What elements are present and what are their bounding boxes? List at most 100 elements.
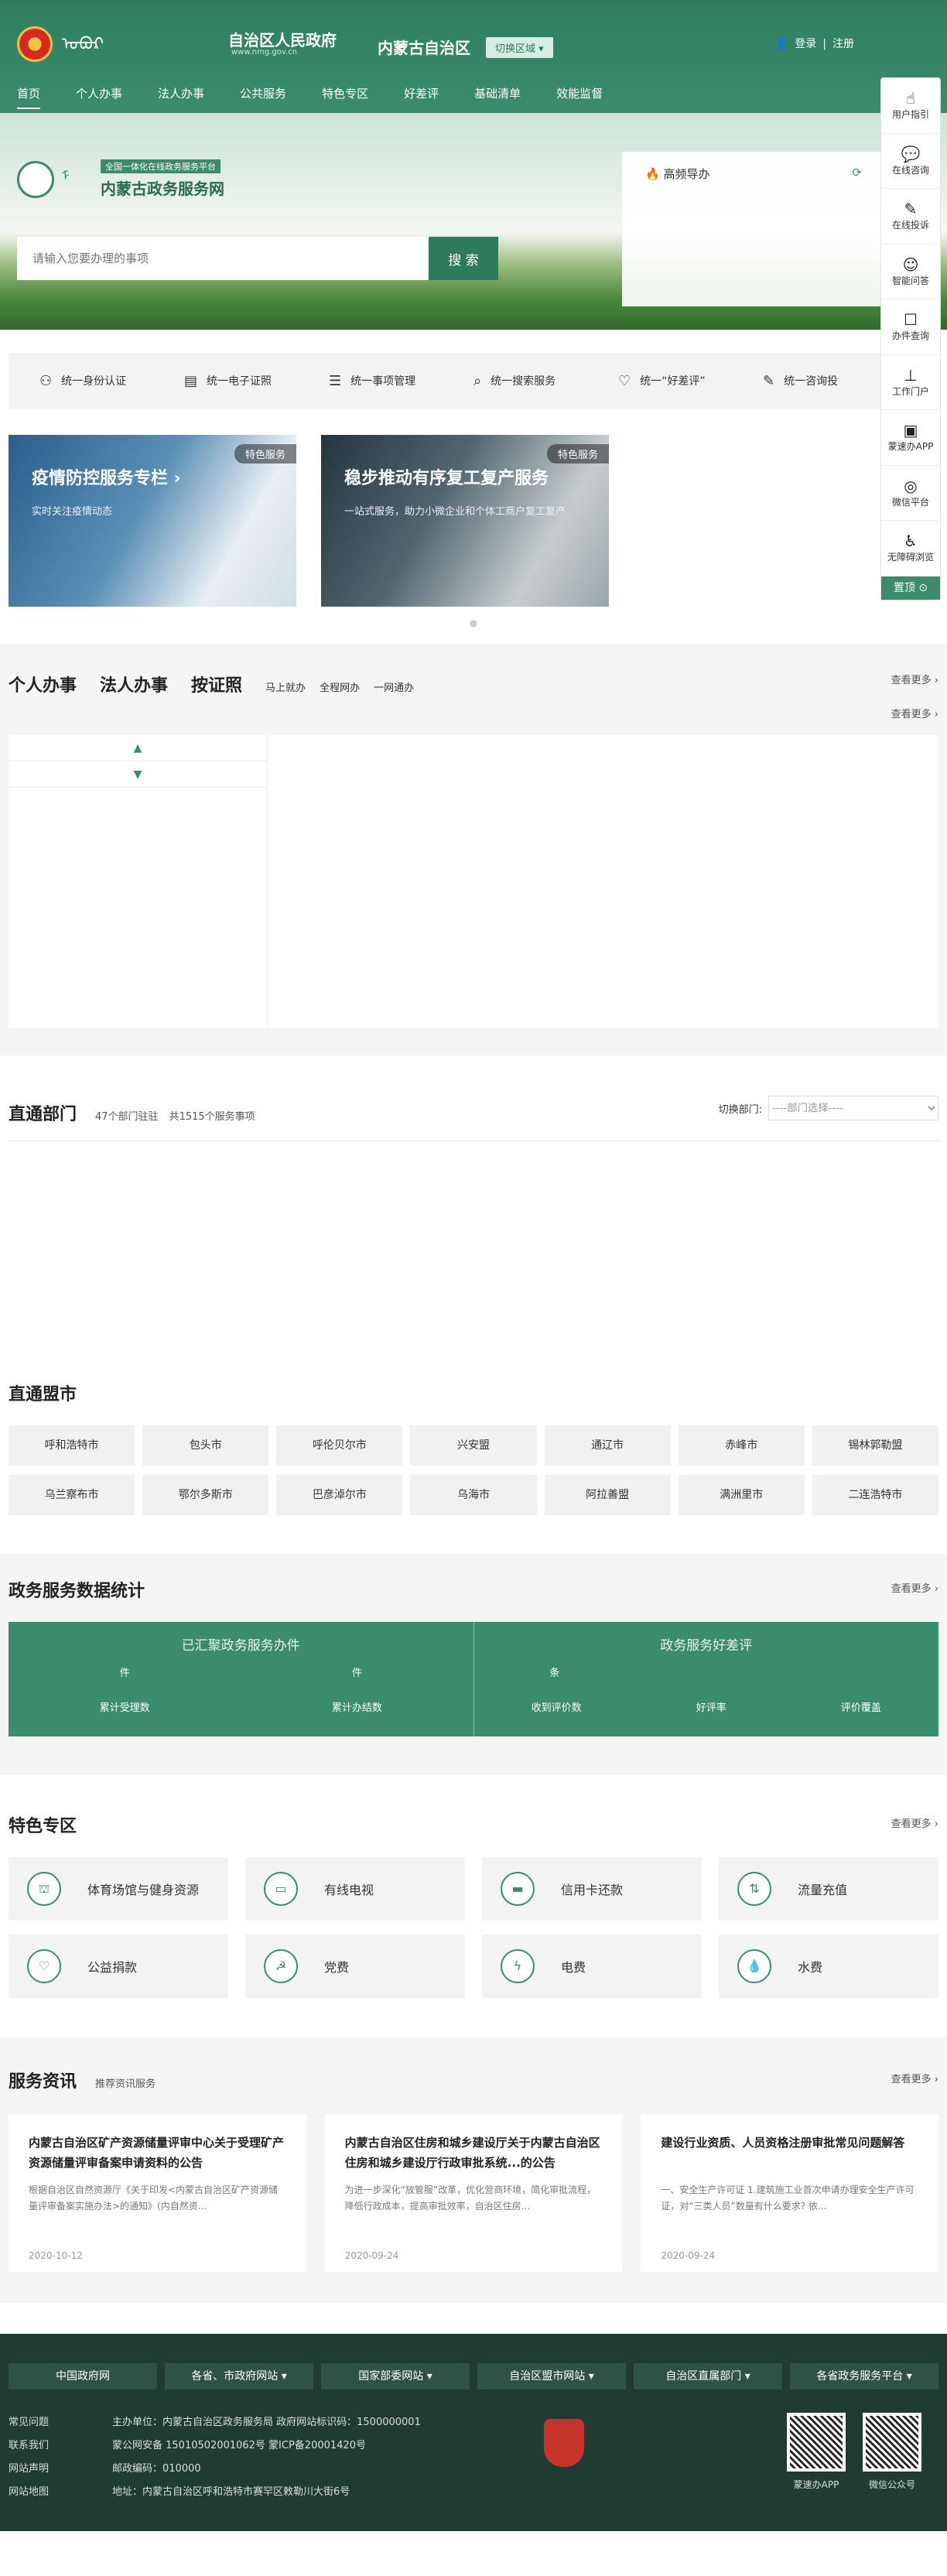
section-title: 特色专区 bbox=[9, 1817, 77, 1836]
side-smart-qa[interactable]: ☺ 智能问答 bbox=[881, 245, 940, 299]
side-work-portal[interactable]: ⊥ 工作门户 bbox=[881, 355, 940, 410]
feature-water[interactable]: 💧 水费 bbox=[719, 1935, 938, 1998]
news-card[interactable]: 内蒙古自治区住房和城乡建设厅关于内蒙古自治区住房和城乡建设厅行政审批系统...的… bbox=[324, 2114, 623, 2272]
side-online-complaint[interactable]: ✎ 在线投诉 bbox=[881, 189, 940, 245]
filter-online[interactable]: 全程网办 bbox=[320, 679, 360, 694]
city-link[interactable]: 通辽市 bbox=[544, 1425, 671, 1466]
news-card[interactable]: 建设行业资质、人员资格注册审批常见问题解答 一、安全生产许可证 1.建筑施工业首… bbox=[641, 2114, 939, 2272]
wechat-icon: ◎ bbox=[904, 476, 918, 495]
party-icon: ☭ bbox=[264, 1949, 298, 1983]
feature-electricity[interactable]: ϟ 电费 bbox=[482, 1935, 702, 1998]
party-gov-badge-icon[interactable] bbox=[544, 2419, 584, 2467]
feature-donation[interactable]: ♡ 公益捐款 bbox=[9, 1935, 228, 1998]
mongolian-logo-text: ᠣᠪᠣᠷ ᠮᠣᠩᠭᠣᠯ bbox=[62, 35, 105, 54]
fire-icon: 🔥 bbox=[645, 167, 660, 181]
city-link[interactable]: 鄂尔多斯市 bbox=[142, 1475, 269, 1515]
switch-region-button[interactable]: 切换区域 ▾ bbox=[486, 37, 553, 58]
login-link[interactable]: 登录 bbox=[795, 38, 816, 50]
nav-evaluation[interactable]: 好差评 bbox=[404, 85, 439, 109]
footer-link-leagues[interactable]: 自治区盟市网站 ▾ bbox=[477, 2363, 626, 2390]
nav-legal[interactable]: 法人办事 bbox=[158, 85, 204, 109]
nav-home[interactable]: 首页 bbox=[17, 85, 41, 109]
unified-identity[interactable]: ⚇ 统一身份认证 bbox=[39, 373, 184, 389]
city-link[interactable]: 乌海市 bbox=[410, 1475, 537, 1515]
tab-legal[interactable]: 法人办事 bbox=[100, 672, 168, 696]
city-link[interactable]: 乌兰察布市 bbox=[9, 1475, 135, 1515]
more-link[interactable]: 查看更多 › bbox=[891, 2071, 938, 2085]
nav-public[interactable]: 公共服务 bbox=[240, 85, 286, 109]
tab-personal[interactable]: 个人办事 bbox=[9, 672, 77, 696]
feature-credit-card[interactable]: ▬ 信用卡还款 bbox=[482, 1857, 702, 1921]
unit-label: 条 bbox=[549, 1668, 560, 1679]
unified-items[interactable]: ☰ 统一事项管理 bbox=[329, 373, 474, 389]
footer-contact[interactable]: 联系我们 bbox=[9, 2434, 49, 2458]
epidemic-card[interactable]: 特色服务 疫情防控服务专栏 › 实时关注疫情动态 bbox=[9, 435, 296, 607]
floating-sidebar: ☝ 用户指引 💬 在线咨询 ✎ 在线投诉 ☺ 智能问答 ☐ 办件查询 ⊥ 工作门户 ▣ 蒙速办… bbox=[880, 77, 941, 600]
water-drop-icon: 💧 bbox=[737, 1949, 771, 1983]
section-title: 直通盟市 bbox=[9, 1385, 77, 1404]
unified-license[interactable]: ▤ 统一电子证照 bbox=[184, 373, 329, 389]
nav-supervision[interactable]: 效能监督 bbox=[556, 85, 603, 109]
feature-party-fee[interactable]: ☭ 党费 bbox=[245, 1935, 465, 1998]
filter-immediate[interactable]: 马上就办 bbox=[265, 679, 306, 694]
mongolian-script-icon: ᠮ bbox=[62, 168, 70, 183]
side-wechat[interactable]: ◎ 微信平台 bbox=[881, 466, 940, 521]
side-case-query[interactable]: ☐ 办件查询 bbox=[881, 299, 940, 355]
footer-statement[interactable]: 网站声明 bbox=[9, 2458, 49, 2481]
register-link[interactable]: 注册 bbox=[832, 38, 854, 50]
feature-data-topup[interactable]: ⇅ 流量充值 bbox=[719, 1857, 938, 1921]
government-name[interactable]: 自治区人民政府 bbox=[228, 28, 337, 50]
department-select[interactable]: ----部门选择---- bbox=[768, 1096, 938, 1120]
nav-basic-list[interactable]: 基础清单 bbox=[474, 85, 521, 109]
footer-link-gov[interactable]: 中国政府网 bbox=[9, 2363, 157, 2390]
city-link[interactable]: 满洲里市 bbox=[678, 1475, 805, 1515]
side-online-consult[interactable]: 💬 在线咨询 bbox=[881, 134, 940, 189]
national-emblem-icon bbox=[17, 26, 53, 62]
side-app[interactable]: ▣ 蒙速办APP bbox=[881, 410, 940, 466]
city-link[interactable]: 呼和浩特市 bbox=[9, 1425, 135, 1466]
scroll-down-icon[interactable]: ▼ bbox=[9, 761, 267, 788]
news-card[interactable]: 内蒙古自治区矿产资源储量评审中心关于受理矿产资源储量评审备案申请资料的公告 根据… bbox=[9, 2114, 306, 2272]
carousel-dots[interactable]: ● bbox=[9, 617, 938, 628]
city-link[interactable]: 阿拉善盟 bbox=[544, 1475, 671, 1515]
back-to-top-button[interactable]: 置顶 ⊙ bbox=[881, 576, 940, 600]
news-section: 服务资讯 推荐资讯服务 查看更多 › 内蒙古自治区矿产资源储量评审中心关于受理矿… bbox=[0, 2037, 947, 2303]
city-link[interactable]: 赤峰市 bbox=[678, 1425, 805, 1466]
footer-sitemap[interactable]: 网站地图 bbox=[9, 2481, 49, 2504]
feature-sports[interactable]: ⛫ 体育场馆与健身资源 bbox=[9, 1857, 228, 1921]
nav-feature[interactable]: 特色专区 bbox=[322, 85, 368, 109]
feature-cable-tv[interactable]: ▭ 有线电视 bbox=[245, 1857, 465, 1921]
more-link[interactable]: 查看更多 › bbox=[891, 672, 938, 686]
search-button[interactable]: 搜 索 bbox=[429, 237, 498, 280]
search-input[interactable] bbox=[17, 237, 429, 280]
more-link-2[interactable]: 查看更多 › bbox=[891, 706, 938, 720]
city-link[interactable]: 巴彦淖尔市 bbox=[276, 1475, 403, 1515]
coverage-label: 评价覆盖 bbox=[840, 1702, 881, 1714]
footer-faq[interactable]: 常见问题 bbox=[9, 2411, 49, 2434]
unified-search[interactable]: ⌕ 统一搜索服务 bbox=[474, 373, 618, 389]
tab-license[interactable]: 按证照 bbox=[191, 672, 242, 696]
side-accessibility[interactable]: ♿ 无障碍浏览 bbox=[881, 521, 940, 576]
city-link[interactable]: 呼伦贝尔市 bbox=[276, 1425, 403, 1466]
footer-link-platforms[interactable]: 各省政务服务平台 ▾ bbox=[790, 2363, 938, 2390]
city-link[interactable]: 锡林郭勒盟 bbox=[812, 1425, 938, 1466]
item-list bbox=[268, 735, 938, 1028]
footer-link-provinces[interactable]: 各省、市政府网站 ▾ bbox=[165, 2363, 313, 2390]
card-subtitle: 一站式服务，助力小微企业和个体工商户复工复产 bbox=[344, 506, 566, 518]
scroll-up-icon[interactable]: ▲ bbox=[9, 735, 267, 761]
side-user-guide[interactable]: ☝ 用户指引 bbox=[881, 78, 940, 134]
service-count: 共1515个服务事项 bbox=[169, 1111, 255, 1123]
city-link[interactable]: 二连浩特市 bbox=[812, 1475, 938, 1515]
list-icon: ☰ bbox=[329, 372, 342, 389]
unified-evaluation[interactable]: ♡ 统一“好差评” bbox=[618, 373, 763, 389]
resume-work-card[interactable]: 特色服务 稳步推动有序复工复产服务 一站式服务，助力小微企业和个体工商户复工复产 bbox=[321, 435, 609, 607]
nav-personal[interactable]: 个人办事 bbox=[76, 85, 122, 109]
city-link[interactable]: 包头市 bbox=[142, 1425, 269, 1466]
footer-link-departments[interactable]: 自治区直属部门 ▾ bbox=[634, 2363, 782, 2390]
more-link[interactable]: 查看更多 › bbox=[891, 1815, 938, 1830]
city-link[interactable]: 兴安盟 bbox=[410, 1425, 537, 1466]
filter-one-network[interactable]: 一网通办 bbox=[374, 679, 414, 694]
refresh-icon[interactable]: ⟳ bbox=[852, 166, 862, 182]
footer-link-ministries[interactable]: 国家部委网站 ▾ bbox=[321, 2363, 470, 2390]
more-link[interactable]: 查看更多 › bbox=[891, 1580, 938, 1595]
